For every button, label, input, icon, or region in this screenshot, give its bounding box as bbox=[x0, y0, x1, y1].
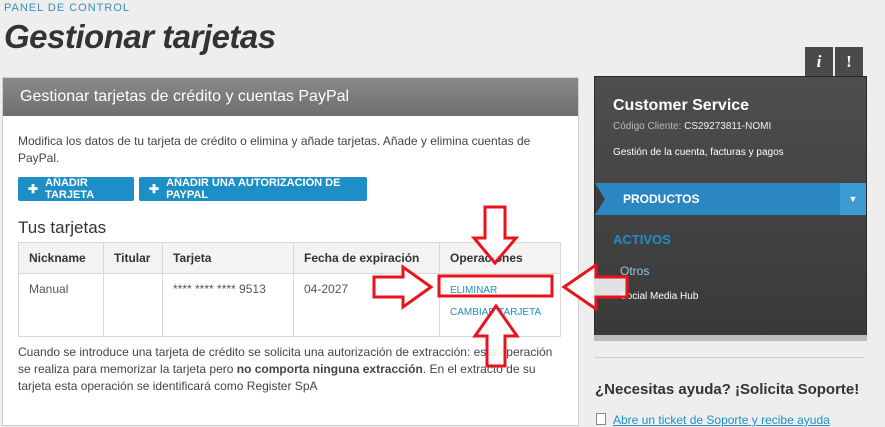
client-code-value: CS29273811-NOMI bbox=[684, 121, 772, 132]
info-tab[interactable]: i bbox=[805, 47, 833, 77]
support-ticket-link[interactable]: Abre un ticket de Soporte y recibe ayuda bbox=[613, 413, 830, 427]
sidebar-tabs: i ! bbox=[803, 47, 863, 77]
others-label[interactable]: Otros bbox=[620, 264, 649, 278]
document-icon bbox=[596, 413, 606, 425]
panel-title: Gestionar tarjetas de crédito y cuentas … bbox=[20, 88, 350, 105]
add-paypal-button[interactable]: ✚ AÑADIR UNA AUTORIZACIÓN DE PAYPAL bbox=[139, 177, 367, 201]
bar-notch bbox=[595, 183, 605, 215]
active-label: ACTIVOS bbox=[613, 232, 671, 247]
customer-service-panel: Customer Service Código Cliente: CS29273… bbox=[594, 76, 867, 337]
cell-holder bbox=[103, 273, 163, 337]
panel-description: Modifica los datos de tu tarjeta de créd… bbox=[18, 134, 531, 165]
products-label: PRODUCTOS bbox=[623, 192, 700, 206]
products-bar[interactable]: PRODUCTOS ▼ bbox=[595, 183, 866, 215]
delete-card-link[interactable]: ELIMINAR bbox=[450, 284, 550, 298]
authorization-note: Cuando se introduce una tarjeta de crédi… bbox=[18, 344, 563, 395]
change-card-link[interactable]: CAMBIAR TARJETA bbox=[450, 306, 550, 320]
col-holder: Titular bbox=[103, 242, 163, 274]
cs-title: Customer Service bbox=[613, 97, 750, 114]
cell-nickname: Manual bbox=[18, 273, 104, 337]
table-row: Manual **** **** **** 9513 04-2027 ELIMI… bbox=[18, 273, 561, 337]
add-card-button[interactable]: ✚ AÑADIR TARJETA bbox=[18, 177, 134, 201]
add-paypal-label: AÑADIR UNA AUTORIZACIÓN DE PAYPAL bbox=[166, 177, 341, 201]
add-card-label: AÑADIR TARJETA bbox=[45, 177, 95, 201]
manage-cards-panel: Gestionar tarjetas de crédito y cuentas … bbox=[2, 77, 579, 426]
your-cards-title: Tus tarjetas bbox=[18, 218, 107, 237]
alert-tab[interactable]: ! bbox=[835, 47, 863, 77]
cs-subtitle: Gestión de la cuenta, facturas y pagos bbox=[613, 147, 784, 158]
client-code-label: Código Cliente: bbox=[613, 121, 682, 132]
table-header-row: Nickname Titular Tarjeta Fecha de expira… bbox=[18, 242, 561, 274]
cell-card: **** **** **** 9513 bbox=[162, 273, 294, 337]
col-expiry: Fecha de expiración bbox=[293, 242, 440, 274]
plus-icon: ✚ bbox=[149, 182, 160, 196]
col-card: Tarjeta bbox=[162, 242, 294, 274]
col-nickname: Nickname bbox=[18, 242, 104, 274]
plus-icon: ✚ bbox=[28, 182, 39, 196]
breadcrumb: PANEL DE CONTROL bbox=[4, 2, 131, 14]
note-bold: no comporta ninguna extracción bbox=[236, 362, 423, 376]
cell-expiry: 04-2027 bbox=[293, 273, 440, 337]
panel-header: Gestionar tarjetas de crédito y cuentas … bbox=[3, 78, 578, 116]
chevron-down-icon[interactable]: ▼ bbox=[840, 183, 866, 215]
divider bbox=[594, 357, 864, 358]
cards-table: Nickname Titular Tarjeta Fecha de expira… bbox=[18, 242, 561, 337]
help-title: ¿Necesitas ayuda? ¡Solicita Soporte! bbox=[595, 381, 860, 398]
cell-operations: ELIMINAR CAMBIAR TARJETA bbox=[439, 273, 561, 337]
client-code: Código Cliente: CS29273811-NOMI bbox=[613, 121, 771, 132]
col-operations: Operaciones bbox=[439, 242, 561, 274]
sidebar-footer bbox=[594, 335, 867, 341]
social-media-hub-item[interactable]: Social Media Hub bbox=[620, 291, 698, 302]
page-title: Gestionar tarjetas bbox=[4, 18, 276, 55]
